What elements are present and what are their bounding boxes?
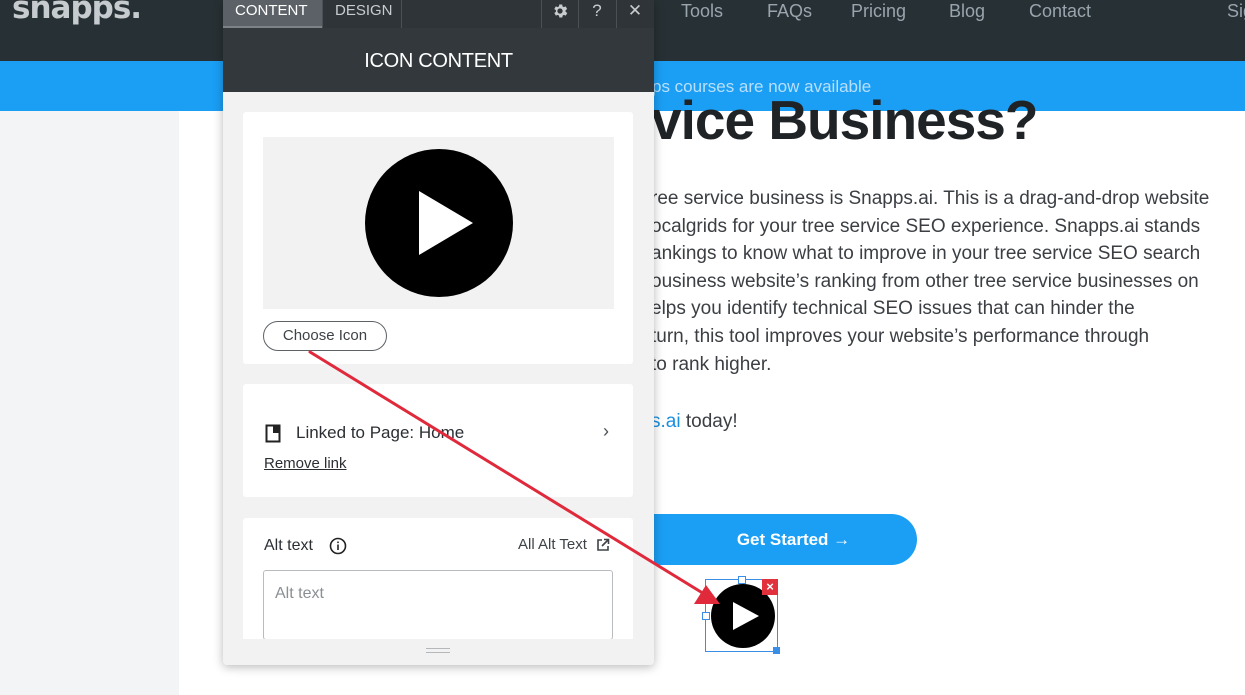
- hero-title: vice Business?: [651, 89, 1038, 151]
- panel-header: ICON CONTENT: [223, 28, 654, 92]
- site-logo[interactable]: snapps.: [12, 0, 142, 26]
- tab-design[interactable]: DESIGN: [323, 0, 401, 28]
- hero-line: ousiness website’s ranking from other tr…: [651, 270, 1199, 292]
- hero-line: to rank higher.: [651, 353, 772, 375]
- settings-button[interactable]: [542, 0, 578, 28]
- tab-content[interactable]: CONTENT: [223, 0, 322, 28]
- external-link-icon[interactable]: [596, 538, 610, 552]
- panel-tab-bar: CONTENT DESIGN ? ✕: [223, 0, 654, 28]
- hero-paragraph: ree service business is Snapps.ai. This …: [651, 185, 1209, 378]
- hero-line: elps you identify technical SEO issues t…: [651, 298, 1135, 320]
- icon-preview: [263, 137, 614, 309]
- info-icon[interactable]: [329, 537, 347, 555]
- help-button[interactable]: ?: [579, 0, 615, 28]
- hero-line: ree service business is Snapps.ai. This …: [651, 188, 1210, 209]
- nav-faqs[interactable]: FAQs: [767, 1, 812, 22]
- page-icon: [265, 424, 281, 443]
- hero-line: ankings to know what to improve in your …: [651, 243, 1201, 265]
- hero-line: ocalgrids for your tree service SEO expe…: [651, 215, 1201, 237]
- nav-pricing[interactable]: Pricing: [851, 1, 906, 22]
- choose-icon-button[interactable]: Choose Icon: [263, 321, 387, 351]
- all-alt-text-link[interactable]: All Alt Text: [518, 536, 587, 553]
- panel-resize-grip[interactable]: [426, 648, 450, 653]
- nav-blog[interactable]: Blog: [949, 1, 985, 22]
- chevron-right-icon[interactable]: ›: [603, 421, 609, 442]
- today-text: today!: [680, 411, 738, 432]
- resize-handle-left[interactable]: [702, 612, 710, 620]
- delete-element-icon[interactable]: ×: [762, 579, 778, 595]
- nav-signin[interactable]: Sig: [1227, 1, 1245, 22]
- gear-icon: [554, 4, 568, 18]
- alt-text-label: Alt text: [264, 537, 313, 554]
- panel-title: ICON CONTENT: [364, 50, 513, 72]
- close-icon[interactable]: ✕: [617, 0, 653, 28]
- linked-page-label[interactable]: Linked to Page: Home: [296, 423, 464, 443]
- snapps-link[interactable]: s.ai: [651, 411, 681, 432]
- placed-icon-element[interactable]: ×: [702, 576, 780, 654]
- today-line: s.ai today!: [651, 411, 738, 433]
- icon-settings-panel: CONTENT DESIGN ? ✕ ICON CONTENT Choose I…: [223, 0, 654, 665]
- icon-preview-card: Choose Icon: [243, 112, 633, 364]
- link-card: Linked to Page: Home › Remove link: [243, 384, 633, 497]
- resize-handle-corner[interactable]: [773, 647, 780, 654]
- remove-link[interactable]: Remove link: [264, 455, 347, 472]
- nav-contact[interactable]: Contact: [1029, 1, 1091, 22]
- page-gutter: [0, 111, 179, 695]
- alt-text-input[interactable]: [263, 570, 613, 640]
- play-circle-icon: [365, 149, 513, 297]
- hero-line: turn, this tool improves your website’s …: [651, 325, 1150, 347]
- tab-divider: [401, 0, 402, 28]
- get-started-button[interactable]: Get Started →: [610, 514, 917, 565]
- nav-tools[interactable]: Tools: [681, 1, 723, 22]
- resize-handle-top[interactable]: [738, 576, 746, 584]
